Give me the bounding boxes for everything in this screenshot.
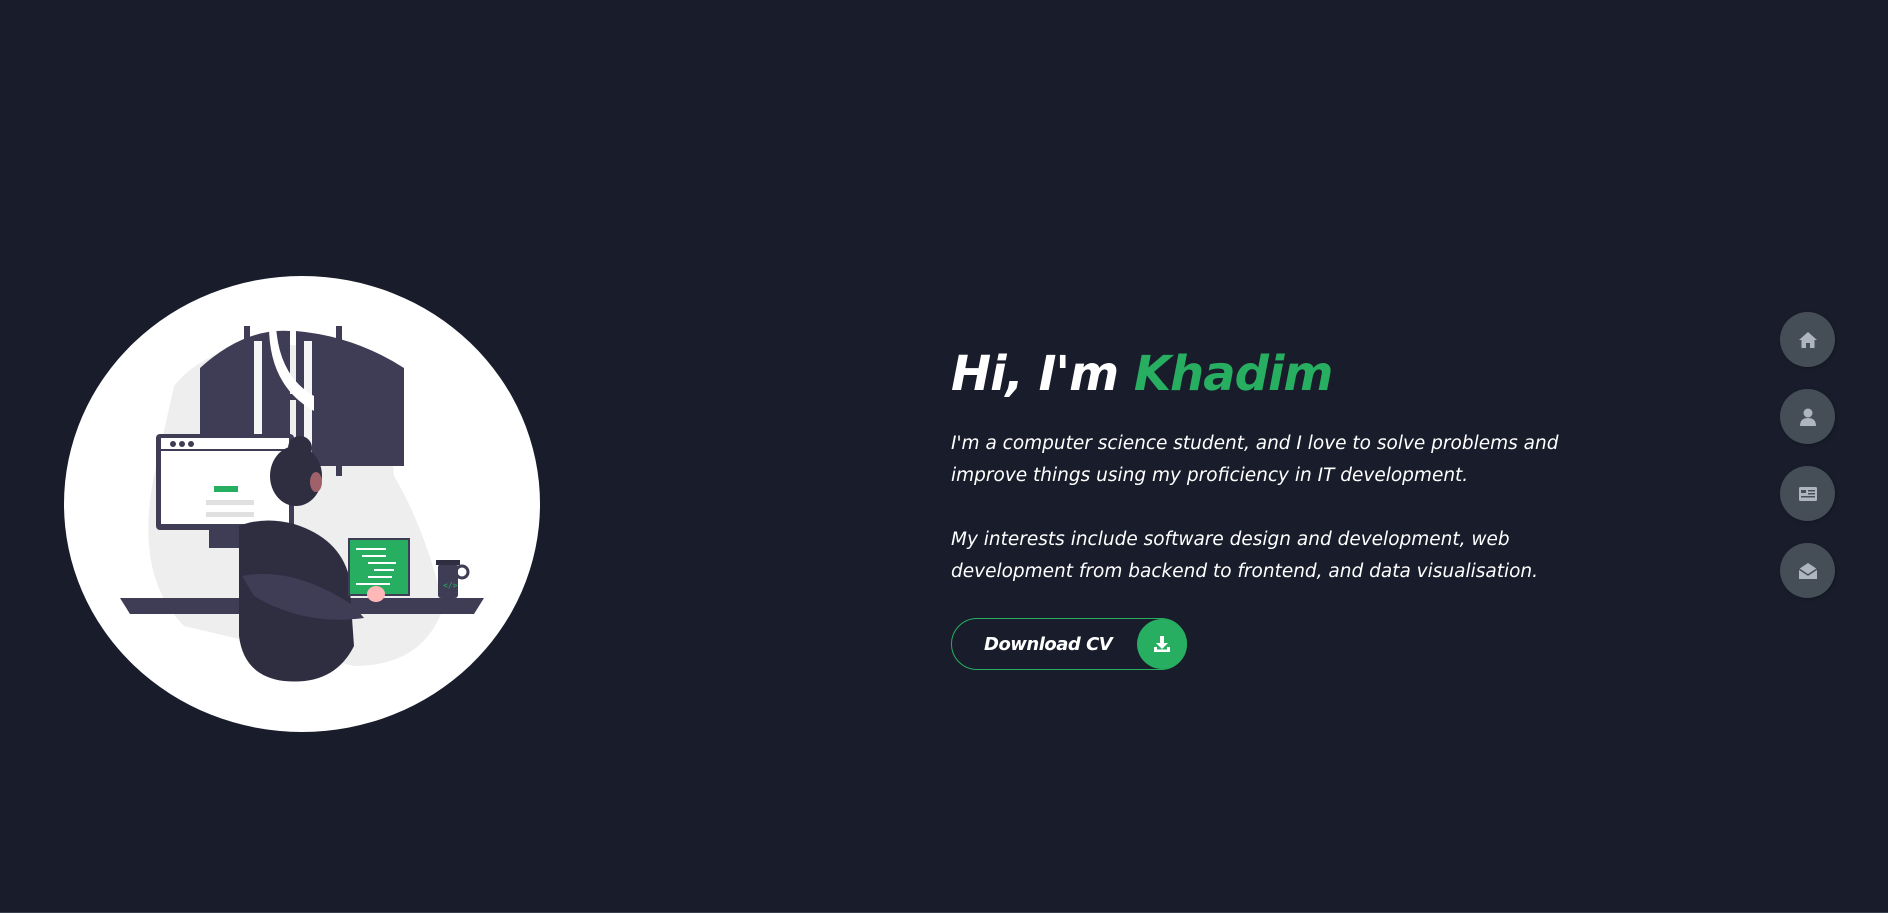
download-icon	[1137, 619, 1187, 669]
svg-text:</>: </>	[443, 581, 458, 590]
hero-title: Hi, I'm Khadim	[951, 340, 1631, 408]
hero-name: Khadim	[1133, 346, 1334, 402]
download-cv-label: Download CV	[984, 633, 1113, 655]
download-cv-button[interactable]: Download CV	[951, 618, 1187, 670]
hero-title-prefix: Hi, I'm	[951, 346, 1134, 402]
page: </> Hi, I'm Khadim I'm a computer scienc…	[0, 0, 1888, 913]
hero-paragraph-intro: I'm a computer science student, and I lo…	[951, 433, 1559, 486]
hero-illustration: </>	[64, 276, 540, 732]
hero-intro: Hi, I'm Khadim I'm a computer science st…	[951, 340, 1631, 588]
envelope-icon	[1798, 561, 1818, 581]
nav-home-button[interactable]	[1780, 312, 1835, 367]
home-icon	[1798, 330, 1818, 350]
nav-about-button[interactable]	[1780, 389, 1835, 444]
side-nav	[1780, 312, 1835, 620]
user-icon	[1798, 407, 1818, 427]
portfolio-icon	[1798, 484, 1818, 504]
nav-contact-button[interactable]	[1780, 543, 1835, 598]
nav-portfolio-button[interactable]	[1780, 466, 1835, 521]
hero-paragraph-interests: My interests include software design and…	[951, 529, 1539, 582]
